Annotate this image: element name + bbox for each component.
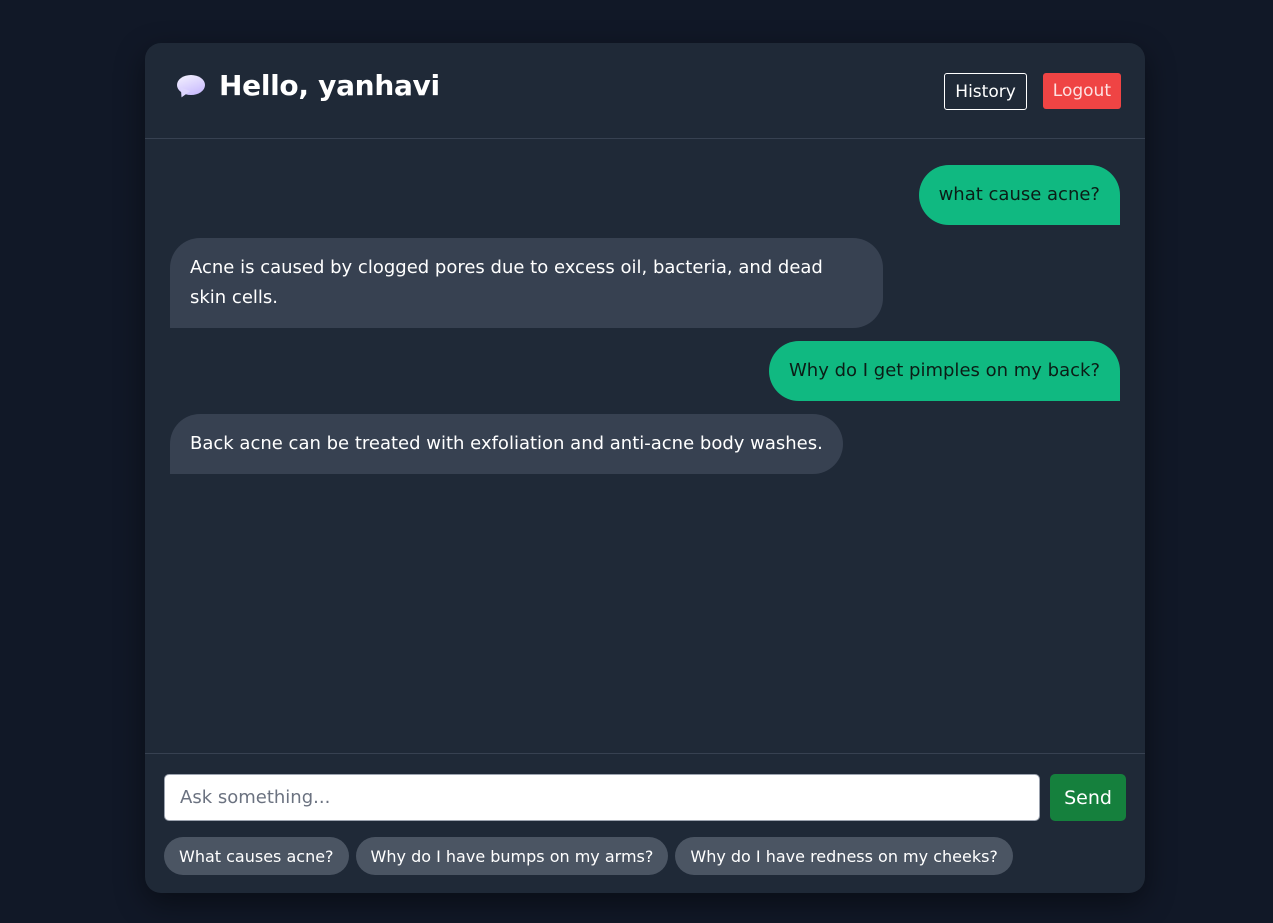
page-title: Hello, yanhavi [219, 69, 440, 102]
title-group: Hello, yanhavi [175, 69, 440, 102]
send-button[interactable]: Send [1050, 774, 1126, 821]
logout-button[interactable]: Logout [1042, 73, 1121, 109]
suggestion-chip[interactable]: Why do I have redness on my cheeks? [675, 837, 1013, 875]
bot-message: Acne is caused by clogged pores due to e… [170, 238, 883, 328]
ask-input[interactable] [164, 774, 1040, 821]
user-message: Why do I get pimples on my back? [769, 341, 1120, 401]
bot-message: Back acne can be treated with exfoliatio… [170, 414, 843, 474]
history-button[interactable]: History [944, 73, 1027, 110]
chat-window: Hello, yanhavi History Logout what cause… [145, 43, 1145, 893]
suggestion-chip[interactable]: What causes acne? [164, 837, 349, 875]
suggestion-chip[interactable]: Why do I have bumps on my arms? [355, 837, 669, 875]
composer: Send What causes acne? Why do I have bum… [145, 753, 1145, 893]
input-row: Send [164, 774, 1126, 821]
header-actions: History Logout [944, 73, 1121, 110]
suggestion-chips: What causes acne? Why do I have bumps on… [164, 837, 1013, 875]
message-list[interactable]: what cause acne? Acne is caused by clogg… [145, 140, 1145, 753]
user-message: what cause acne? [918, 165, 1120, 225]
speech-balloon-icon [175, 71, 205, 101]
chat-header: Hello, yanhavi History Logout [145, 43, 1145, 139]
